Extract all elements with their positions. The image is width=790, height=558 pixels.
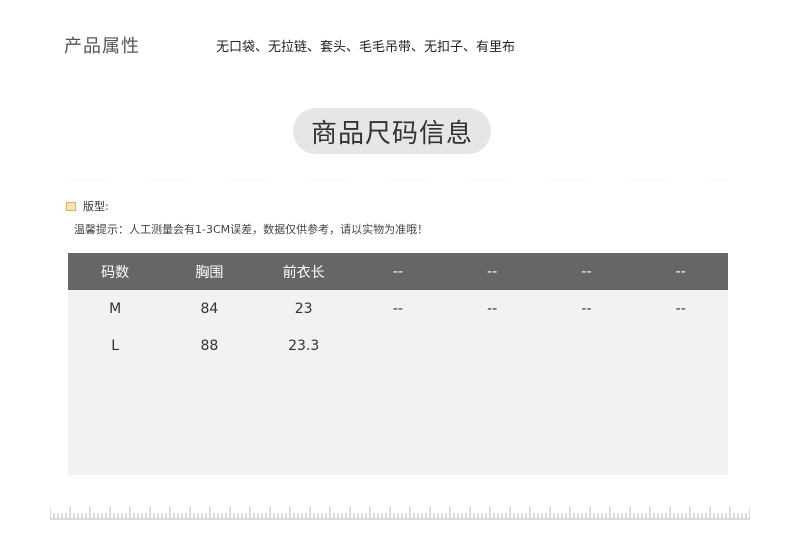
measurement-tip: 温馨提示：人工测量会有1-3CM误差，数据仅供参考，请以实物为准哦！: [74, 223, 429, 236]
table-cell: 84: [200, 300, 219, 317]
header-cell: --: [675, 263, 686, 280]
fit-row: 版型:: [66, 198, 109, 214]
header-cell: 码数: [101, 264, 130, 281]
fit-icon: [66, 201, 76, 211]
table-row: L 88 23.3: [68, 327, 728, 364]
header-cell: 前衣长: [282, 264, 325, 281]
attribute-value: 无口袋、无拉链、套头、毛毛吊带、无扣子、有里布: [216, 40, 516, 55]
table-cell: M: [109, 300, 122, 317]
table-header: 码数 胸围 前衣长 -- -- -- --: [68, 253, 728, 290]
table-row: M 84 23 -- -- -- --: [68, 290, 728, 327]
divider: [68, 180, 728, 181]
header-cell: --: [581, 263, 592, 280]
table-cell: 88: [200, 337, 219, 354]
table-cell: --: [487, 300, 498, 317]
header-cell: --: [392, 263, 403, 280]
table-cell: L: [111, 337, 120, 354]
fit-label: 版型:: [83, 200, 109, 213]
table-cell: --: [675, 300, 686, 317]
table-cell: 23: [294, 300, 313, 317]
size-table: 码数 胸围 前衣长 -- -- -- -- M 84 23 -- -- -- -…: [68, 253, 728, 475]
table-cell: 23.3: [288, 337, 320, 354]
header-cell: 胸围: [195, 264, 224, 281]
section-title: 商品尺码信息: [293, 108, 491, 154]
attribute-label: 产品属性: [64, 36, 140, 57]
table-cell: --: [581, 300, 592, 317]
ruler-decoration: [50, 507, 750, 520]
header-cell: --: [487, 263, 498, 280]
table-cell: --: [392, 300, 403, 317]
